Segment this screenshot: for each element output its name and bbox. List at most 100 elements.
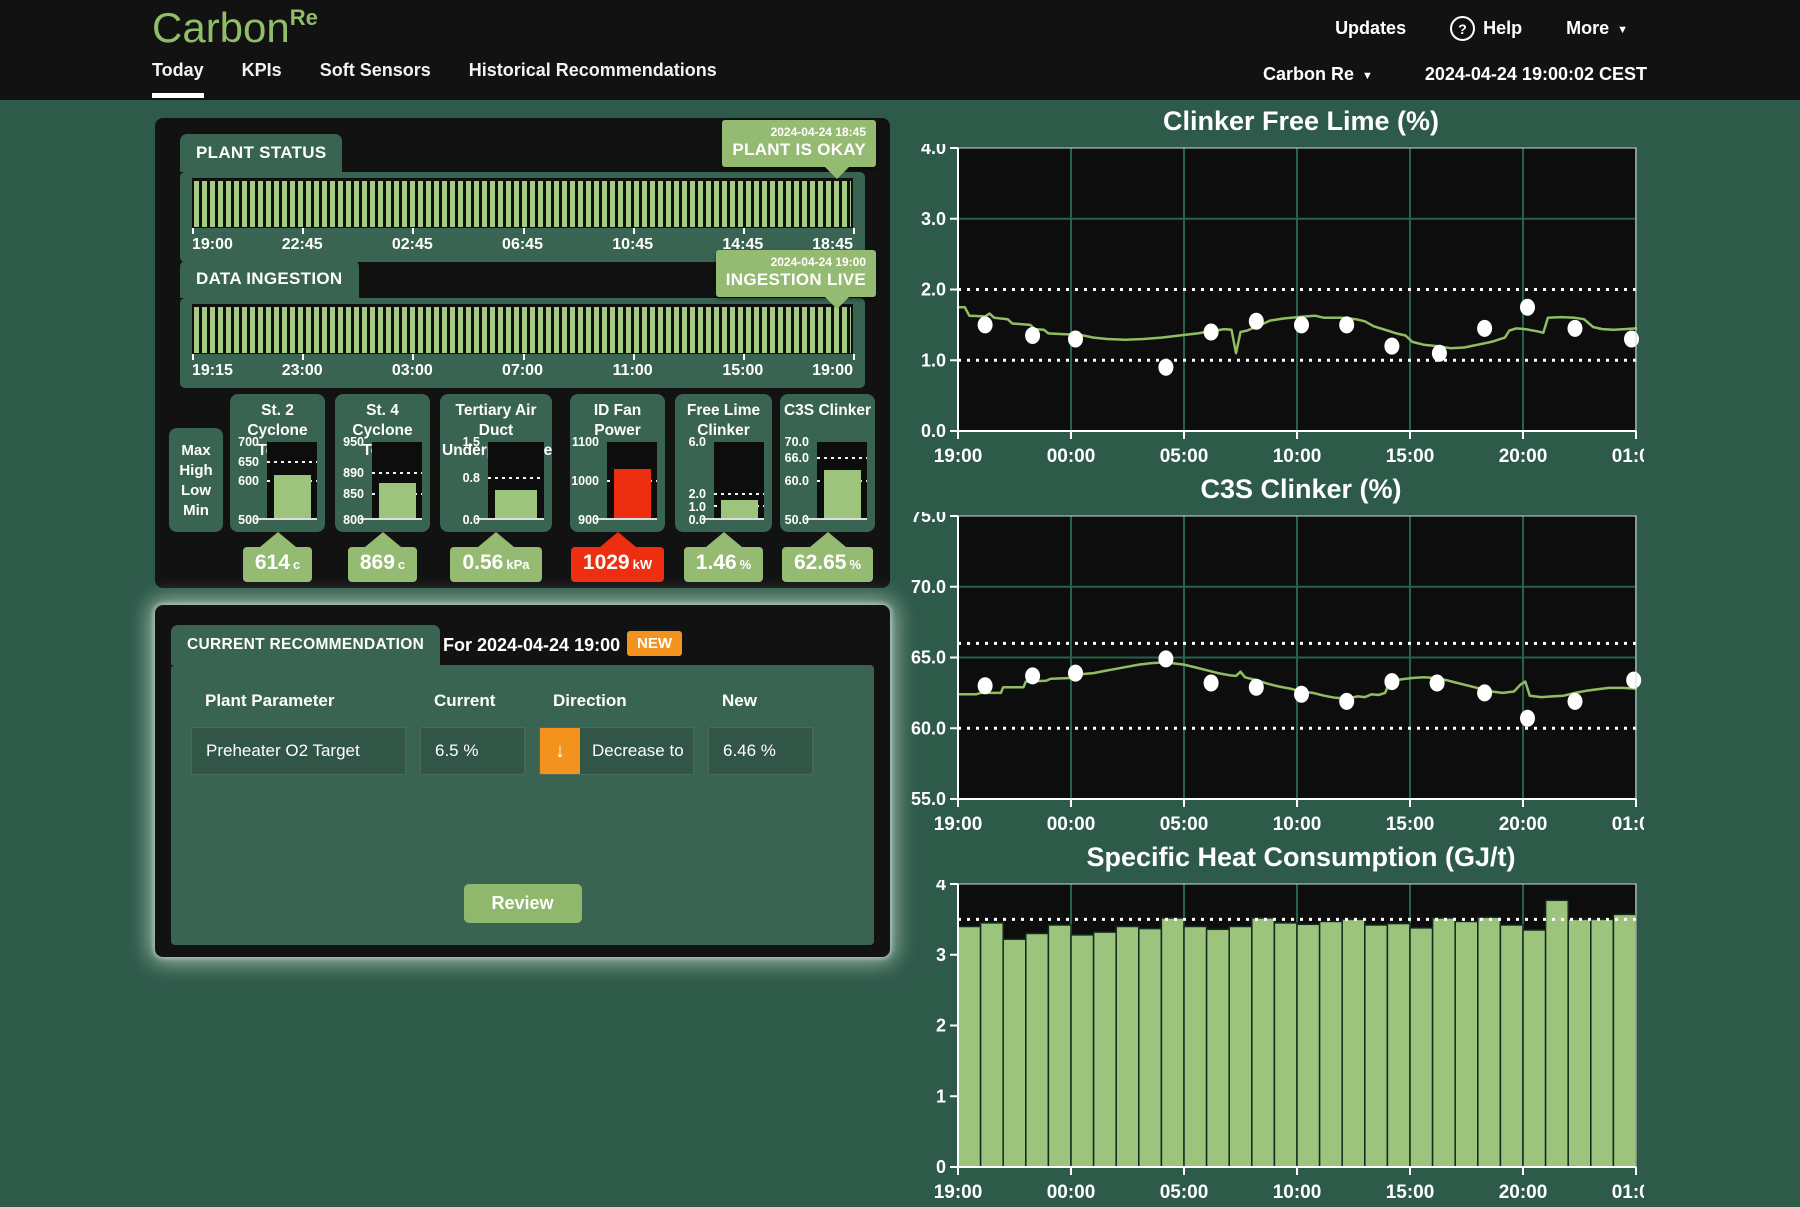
svg-text:05:00: 05:00: [1160, 446, 1209, 466]
svg-text:65.0: 65.0: [911, 648, 946, 668]
timeline-tick: [743, 228, 745, 234]
gauge-tick-label: 850: [343, 487, 364, 501]
timeline-tick-label: 02:45: [392, 236, 433, 254]
column-header-direction: Direction: [539, 691, 694, 711]
chart-plot: 55.060.065.070.075.019:0000:0005:0010:00…: [900, 512, 1644, 834]
timeline-tick: [743, 354, 745, 360]
plant-selector[interactable]: Carbon Re▼: [1263, 64, 1373, 85]
chevron-down-icon: ▼: [1617, 24, 1628, 36]
column-header-plant-parameter: Plant Parameter: [191, 691, 406, 711]
gauge-tick-label: 60.0: [785, 474, 809, 488]
plant-status-tab: PLANT STATUS: [180, 134, 342, 172]
tab-today[interactable]: Today: [152, 60, 204, 98]
top-nav: CarbonRe TodayKPIsSoft SensorsHistorical…: [0, 0, 1800, 100]
chart-specific-heat-consumption-gj-t: Specific Heat Consumption (GJ/t)0123419:…: [900, 842, 1644, 1207]
svg-text:70.0: 70.0: [911, 577, 946, 597]
gauge-value-badge: 614c: [230, 532, 325, 582]
status-stripes: [192, 304, 853, 354]
chart-clinker-free-lime: Clinker Free Lime (%)0.01.02.03.04.019:0…: [900, 106, 1644, 471]
gauge-value: 614: [255, 551, 290, 574]
gauge-tick-label: 6.0: [689, 435, 706, 449]
gauge-tick-label: 1000: [571, 474, 599, 488]
svg-text:0.0: 0.0: [921, 421, 946, 441]
chart-plot: 0123419:0000:0005:0010:0015:0020:0001:00: [900, 880, 1644, 1202]
timeline-tick: [192, 228, 194, 234]
gauge-value: 869: [360, 551, 395, 574]
svg-text:60.0: 60.0: [911, 718, 946, 738]
gauge-st-2-cyclone-temp: St. 2 CycloneTemp700650600500614c: [230, 394, 325, 582]
gauge-bar: [379, 483, 416, 518]
svg-text:2: 2: [936, 1016, 946, 1036]
timeline-tick-label: 22:45: [282, 236, 323, 254]
tab-soft-sensors[interactable]: Soft Sensors: [320, 60, 431, 98]
recommendation-table-row: Preheater O2 Target 6.5 % ↓ Decrease to …: [191, 727, 813, 775]
direction-cell: ↓ Decrease to: [539, 727, 694, 775]
svg-text:4.0: 4.0: [921, 144, 946, 158]
timeline-tick: [523, 354, 525, 360]
timeline-tick-label: 23:00: [282, 362, 323, 380]
current-recommendation-tab: CURRENT RECOMMENDATION: [171, 625, 440, 665]
gauge-tick-label: 700: [238, 435, 259, 449]
gauge-bar: [721, 500, 758, 518]
badge-arrow-up-icon: [600, 532, 636, 547]
timeline-tick-label: 03:00: [392, 362, 433, 380]
gauge-tick-label: 600: [238, 474, 259, 488]
svg-text:19:00: 19:00: [934, 1182, 983, 1202]
arrow-down-icon: ↓: [540, 728, 580, 774]
svg-text:20:00: 20:00: [1499, 814, 1548, 834]
gauge-tick-label: 500: [238, 513, 259, 527]
timeline-tick: [523, 228, 525, 234]
legend-max: Max: [181, 442, 210, 459]
legend-high: High: [179, 462, 212, 479]
svg-text:0: 0: [936, 1157, 946, 1177]
current-value-cell: 6.5 %: [420, 727, 525, 775]
tab-kpis[interactable]: KPIs: [242, 60, 282, 98]
help-button[interactable]: ? Help: [1450, 16, 1522, 41]
gauge-value-badge: 0.56kPa: [440, 532, 552, 582]
gauge-unit: c: [398, 557, 405, 572]
plant-status-timeline: 19:0022:4502:4506:4510:4514:4518:45: [180, 172, 865, 262]
gauge-unit: %: [740, 557, 752, 572]
gauge-tertiary-air-duct-underpressure: Tertiary Air DuctUnderpressure1.50.80.00…: [440, 394, 552, 582]
direction-label: Decrease to: [580, 741, 693, 761]
timeline-tick: [302, 354, 304, 360]
svg-text:75.0: 75.0: [911, 512, 946, 526]
svg-text:4: 4: [936, 880, 946, 894]
timeline-tick: [192, 354, 194, 360]
more-menu[interactable]: More▼: [1566, 18, 1628, 39]
svg-text:15:00: 15:00: [1386, 814, 1435, 834]
timeline-tick-label: 19:15: [192, 362, 233, 380]
badge-arrow-up-icon: [365, 532, 401, 547]
timeline-tick-label: 19:00: [812, 362, 853, 380]
review-button[interactable]: Review: [463, 884, 581, 923]
gauge-bar: [495, 490, 536, 518]
badge-arrow-up-icon: [706, 532, 742, 547]
svg-text:01:00: 01:00: [1612, 1182, 1644, 1202]
data-ingestion-tab: DATA INGESTION: [180, 260, 359, 298]
badge-arrow-up-icon: [478, 532, 514, 547]
svg-text:55.0: 55.0: [911, 789, 946, 809]
gauge-bar: [614, 469, 651, 518]
svg-text:00:00: 00:00: [1047, 446, 1096, 466]
data-ingestion-badge: 2024-04-24 19:00 INGESTION LIVE: [716, 250, 876, 297]
timeline-tick-label: 15:00: [722, 362, 763, 380]
gauge-value: 0.56: [462, 551, 503, 574]
timeline-tick-label: 10:45: [612, 236, 653, 254]
gauge-unit: kW: [633, 557, 653, 572]
plant-status-badge-date: 2024-04-24 18:45: [732, 125, 866, 139]
gauge-tick-label: 70.0: [785, 435, 809, 449]
gauge-st-4-cyclone-temp: St. 4 CycloneTemp950890850800869c: [335, 394, 430, 582]
gauge-tick-label: 1.5: [463, 435, 480, 449]
timeline-tick: [412, 228, 414, 234]
svg-text:20:00: 20:00: [1499, 446, 1548, 466]
tab-historical-recommendations[interactable]: Historical Recommendations: [469, 60, 717, 98]
gauge-c3s-clinker: C3S Clinker70.066.060.050.062.65%: [780, 394, 875, 582]
updates-button[interactable]: Updates: [1335, 18, 1406, 39]
timeline-tick: [412, 354, 414, 360]
svg-text:01:00: 01:00: [1612, 814, 1644, 834]
gauge-free-lime-clinker: Free LimeClinker6.02.01.00.01.46%: [675, 394, 772, 582]
svg-text:15:00: 15:00: [1386, 446, 1435, 466]
plant-status-badge: 2024-04-24 18:45 PLANT IS OKAY: [722, 120, 876, 167]
svg-text:3: 3: [936, 945, 946, 965]
gauge-tick-label: 800: [343, 513, 364, 527]
